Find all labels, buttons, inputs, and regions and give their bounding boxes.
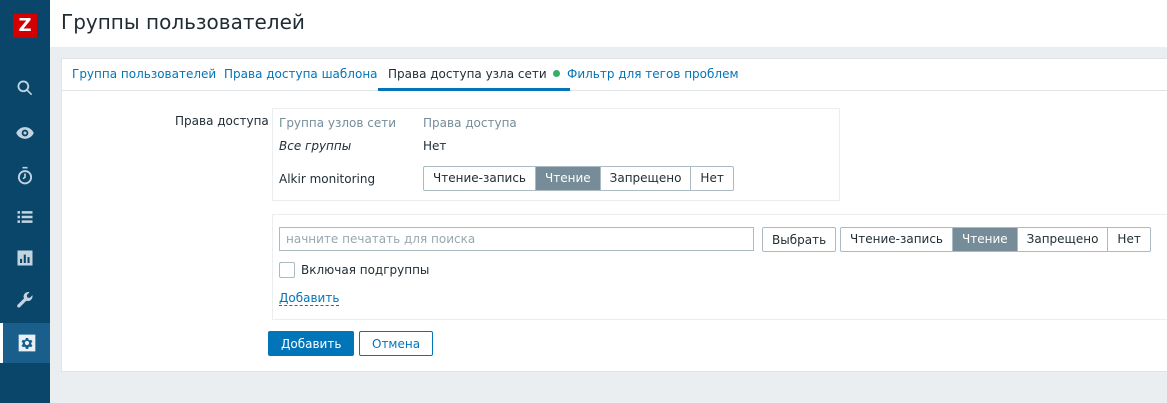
search-icon[interactable] [0, 68, 50, 108]
tab-template-permissions[interactable]: Права доступа шаблона [214, 59, 388, 91]
chart-icon[interactable] [0, 238, 50, 278]
add-permission-link[interactable]: Добавить [279, 291, 340, 306]
col-header-group: Группа узлов сети [279, 116, 397, 130]
eye-icon[interactable] [0, 113, 50, 153]
tab-problem-tag-filter[interactable]: Фильтр для тегов проблем [557, 59, 749, 91]
row-rights-value: Нет [423, 139, 447, 153]
stopwatch-icon[interactable] [0, 156, 50, 196]
wrench-icon[interactable] [0, 281, 50, 321]
submit-add-button[interactable]: Добавить [268, 331, 355, 356]
tab-bar: Группа пользователей Права доступа шабло… [62, 59, 1167, 91]
sidebar: Z [0, 0, 50, 403]
permission-deny-button[interactable]: Запрещено [601, 167, 692, 190]
main-panel: Группа пользователей Права доступа шабло… [61, 58, 1167, 372]
row-group-name: Alkir monitoring [279, 172, 376, 186]
permission-none-button[interactable]: Нет [1108, 228, 1149, 251]
cancel-button[interactable]: Отмена [359, 331, 434, 356]
permissions-label: Права доступа [175, 114, 269, 128]
permission-segmented-control: Чтение-запись Чтение Запрещено Нет [423, 166, 734, 191]
permission-read-write-button[interactable]: Чтение-запись [424, 167, 537, 190]
row-group-name: Все группы [279, 139, 352, 153]
permission-deny-button[interactable]: Запрещено [1018, 228, 1109, 251]
gear-icon[interactable] [0, 323, 50, 363]
page-header: Группы пользователей [50, 0, 1167, 47]
page-title: Группы пользователей [61, 10, 305, 34]
tab-host-permissions[interactable]: Права доступа узла сети [378, 59, 570, 91]
select-button[interactable]: Выбрать [762, 227, 837, 252]
zabbix-logo[interactable]: Z [13, 14, 37, 38]
permission-none-button[interactable]: Нет [691, 167, 732, 190]
tab-host-permissions-label: Права доступа узла сети [388, 67, 547, 81]
include-subgroups-label: Включая подгруппы [301, 263, 430, 277]
list-icon[interactable] [0, 197, 50, 237]
host-group-search-input[interactable] [279, 227, 754, 251]
permission-read-button[interactable]: Чтение [536, 167, 601, 190]
col-header-rights: Права доступа [423, 116, 517, 130]
include-subgroups-checkbox[interactable] [279, 262, 295, 278]
permissions-table: Группа узлов сети Права доступа Все груп… [272, 108, 840, 201]
add-permission-box: Выбрать Чтение-запись Чтение Запрещено Н… [272, 214, 1167, 320]
new-permission-segmented-control: Чтение-запись Чтение Запрещено Нет [840, 227, 1151, 252]
tab-user-group[interactable]: Группа пользователей [62, 59, 226, 91]
permission-read-write-button[interactable]: Чтение-запись [841, 228, 954, 251]
permission-read-button[interactable]: Чтение [953, 228, 1018, 251]
